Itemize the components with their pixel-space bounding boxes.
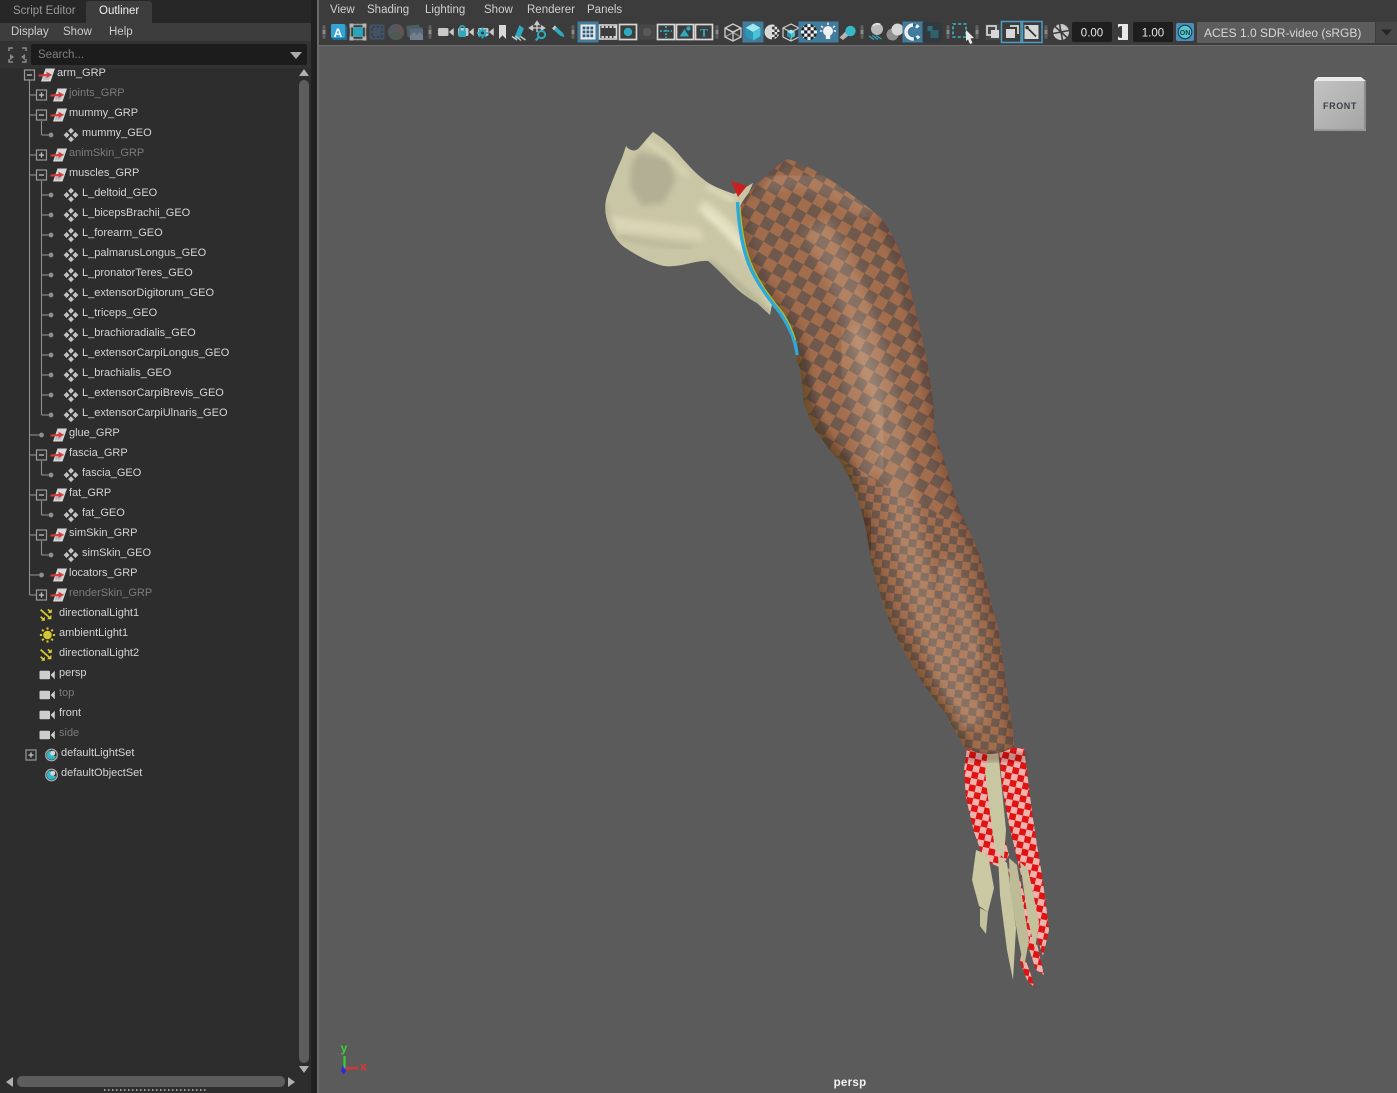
svg-text:0.00: 0.00	[1081, 28, 1103, 40]
svg-text:ON: ON	[1180, 30, 1191, 37]
svg-text:x: x	[360, 1060, 367, 1074]
svg-text:A: A	[334, 26, 343, 40]
svg-text:T: T	[700, 26, 708, 40]
svg-text:y: y	[341, 1041, 348, 1055]
svg-text:ACES 1.0 SDR-video (sRGB): ACES 1.0 SDR-video (sRGB)	[1204, 26, 1361, 40]
svg-text:1.00: 1.00	[1142, 28, 1164, 40]
svg-text:persp: persp	[834, 1077, 867, 1089]
svg-text:FRONT: FRONT	[1323, 101, 1357, 111]
